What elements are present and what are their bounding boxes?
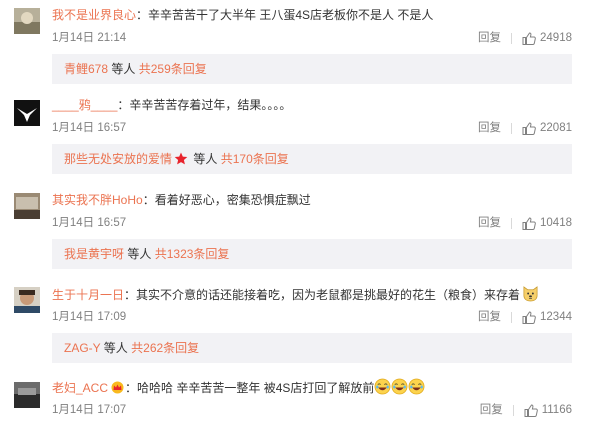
laugh-emoji-icon: [391, 378, 408, 395]
comment-text: 其实不介意的话还能接着吃，因为老鼠都是挑最好的花生（粮食）来存着: [136, 288, 521, 302]
laugh-emoji-group: [374, 378, 425, 395]
divider: [511, 311, 513, 323]
comment-username[interactable]: 其实我不胖HoHo: [52, 193, 143, 207]
comment-username[interactable]: 老妇_ACC: [52, 381, 108, 395]
thumb-up-icon: [522, 121, 536, 135]
people-label: 等人: [193, 152, 218, 166]
like-button[interactable]: 11166: [524, 402, 572, 418]
comment-time: 1月14日 21:14: [52, 32, 127, 44]
comment-time: 1月14日 17:09: [52, 311, 127, 323]
avatar[interactable]: [14, 8, 40, 34]
comment-text: 哈哈哈 辛辛苦苦一整年 被4S店打回了解放前: [137, 381, 375, 395]
like-button[interactable]: 12344: [522, 309, 572, 325]
people-label: 等人: [103, 341, 128, 355]
thumb-up-icon: [524, 403, 538, 417]
reply-username[interactable]: ZAG-Y: [64, 341, 100, 355]
colon: ：: [136, 8, 149, 22]
like-count: 24918: [540, 32, 572, 44]
replies-summary[interactable]: ZAG-Y 等人 共262条回复: [52, 333, 572, 363]
replies-summary[interactable]: 青鲤678 等人 共259条回复: [52, 54, 572, 84]
like-count: 22081: [540, 122, 572, 134]
divider: [511, 32, 513, 44]
thumb-up-icon: [522, 310, 536, 324]
comment-text: 辛辛苦苦干了大半年 王八蛋4S店老板你不是人 不是人: [148, 8, 434, 22]
like-button[interactable]: 10418: [522, 215, 572, 231]
thumb-up-icon: [522, 31, 536, 45]
crown-badge-icon: [111, 381, 124, 394]
divider: [511, 217, 513, 229]
comment-username[interactable]: 生于十月一日: [52, 288, 124, 302]
colon: ：: [142, 193, 155, 207]
reply-username[interactable]: 那些无处安放的爱情: [64, 152, 172, 166]
like-button[interactable]: 22081: [522, 120, 572, 136]
reply-count-link[interactable]: 共1323条回复: [155, 247, 230, 261]
comment-text: 辛辛苦苦存着过年，结果。。。。: [129, 98, 292, 112]
dog-emoji-icon: [523, 286, 538, 302]
laugh-emoji-icon: [408, 378, 425, 395]
comment-time: 1月14日 16:57: [52, 217, 127, 229]
divider: [512, 404, 514, 416]
avatar[interactable]: [14, 100, 40, 126]
people-label: 等人: [127, 247, 152, 261]
reply-username[interactable]: 青鲤678: [64, 62, 108, 76]
comment-text: 看着好恶心，密集恐惧症飘过: [154, 193, 311, 207]
replies-summary[interactable]: 我是黄宇呀 等人 共1323条回复: [52, 239, 572, 269]
colon: ：: [124, 288, 137, 302]
comment-time: 1月14日 16:57: [52, 122, 127, 134]
reply-count-link[interactable]: 共262条回复: [131, 341, 199, 355]
avatar[interactable]: [14, 382, 40, 408]
comment-username[interactable]: ____鸦____: [52, 98, 117, 112]
reply-button[interactable]: 回复: [478, 215, 501, 231]
laugh-emoji-icon: [374, 378, 391, 395]
comment-time: 1月14日 17:07: [52, 404, 127, 416]
reply-username[interactable]: 我是黄宇呀: [64, 247, 124, 261]
avatar[interactable]: [14, 287, 40, 313]
comment-username[interactable]: 我不是业界良心: [52, 8, 136, 22]
reply-button[interactable]: 回复: [478, 120, 501, 136]
reply-button[interactable]: 回复: [480, 402, 503, 418]
reply-button[interactable]: 回复: [478, 309, 501, 325]
thumb-up-icon: [522, 216, 536, 230]
like-count: 12344: [540, 311, 572, 323]
colon: ：: [117, 98, 130, 112]
reply-count-link[interactable]: 共259条回复: [139, 62, 207, 76]
reply-count-link[interactable]: 共170条回复: [221, 152, 289, 166]
people-label: 等人: [111, 62, 136, 76]
colon: ：: [125, 381, 138, 395]
replies-summary[interactable]: 那些无处安放的爱情 等人 共170条回复: [52, 144, 572, 174]
divider: [511, 122, 513, 134]
star-badge-icon: [174, 152, 188, 165]
like-button[interactable]: 24918: [522, 30, 572, 46]
like-count: 11166: [541, 404, 572, 416]
like-count: 10418: [540, 217, 572, 229]
reply-button[interactable]: 回复: [478, 30, 501, 46]
avatar[interactable]: [14, 193, 40, 219]
